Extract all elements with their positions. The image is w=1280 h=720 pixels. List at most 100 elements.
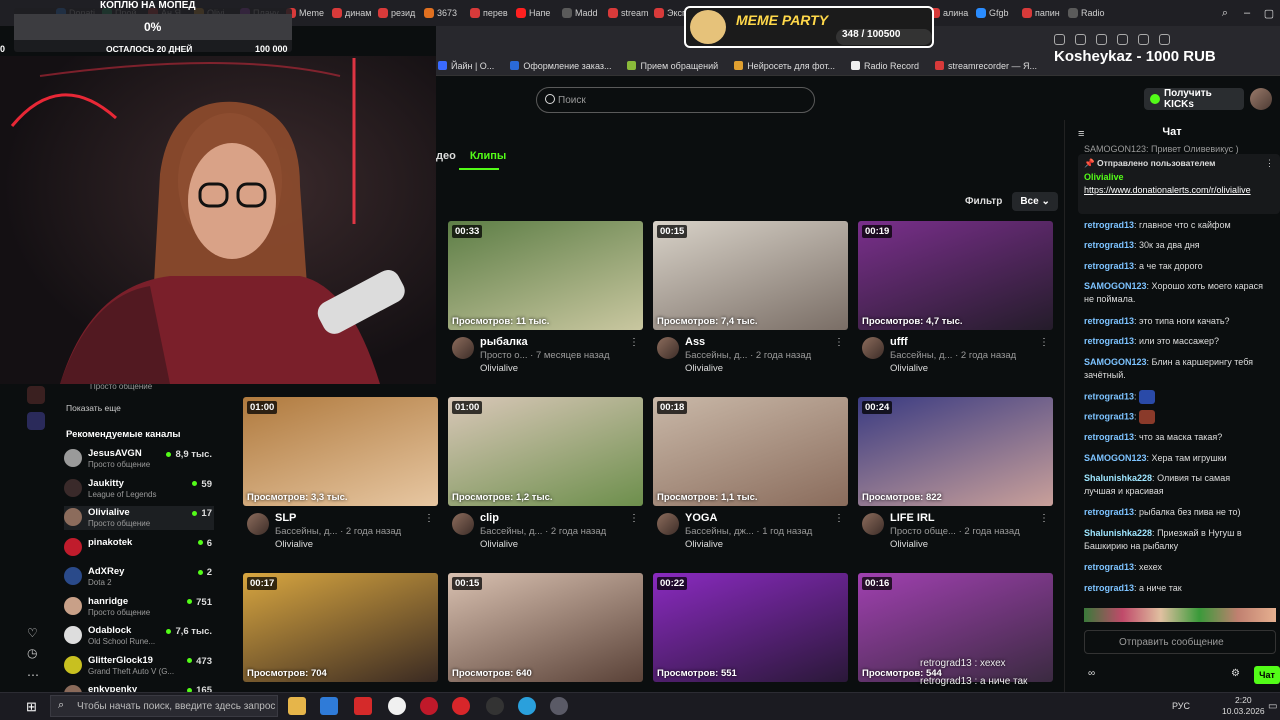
more-options-icon[interactable]: ⋮ (1039, 513, 1049, 524)
clip-thumbnail[interactable]: 01:00 Просмотров: 3,3 тыс. (243, 397, 438, 506)
browser-tab[interactable]: Meme (286, 3, 328, 23)
channel-avatar[interactable] (862, 337, 884, 359)
clip-channel[interactable]: Olivialive (890, 363, 928, 374)
clip-card[interactable]: 00:15 Просмотров: 640 (448, 573, 643, 692)
telegram-icon[interactable] (518, 697, 536, 715)
browser-tab[interactable]: алина (930, 3, 972, 23)
clip-category[interactable]: Бассейны, д... (890, 350, 952, 361)
clip-card[interactable]: 00:16 Просмотров: 544 (858, 573, 1053, 692)
filter-select[interactable]: Все ⌄ (1012, 192, 1058, 211)
chat-username[interactable]: retrograd13 (1084, 562, 1134, 572)
browser-tab[interactable]: перев (470, 3, 512, 23)
windows-start-icon[interactable]: ⊞ (26, 699, 37, 715)
taskbar-clock[interactable]: 2:20 10.03.2026 (1222, 695, 1265, 717)
clip-thumbnail[interactable]: 00:33 Просмотров: 11 тыс. (448, 221, 643, 330)
yandex-icon[interactable] (354, 697, 372, 715)
tab-search-icon[interactable]: ⌕ (1214, 0, 1236, 26)
file-explorer-icon[interactable] (288, 697, 306, 715)
chat-username[interactable]: retrograd13 (1084, 220, 1134, 230)
chat-username[interactable]: Shalunishka228 (1084, 528, 1152, 538)
chat-username[interactable]: SAMOGON123 (1084, 453, 1147, 463)
browse-icon[interactable] (27, 386, 45, 404)
clip-category[interactable]: Бассейны, д... (275, 526, 337, 537)
notifications-icon[interactable]: ▭ (1268, 701, 1277, 712)
chat-username[interactable]: retrograd13 (1084, 432, 1134, 442)
sidebar-channel[interactable]: pinakotek 6 (64, 536, 214, 560)
bookmark-item[interactable]: Нейросеть для фот... (734, 61, 835, 71)
channel-avatar[interactable] (862, 513, 884, 535)
history-icon[interactable]: ◷ (27, 646, 45, 664)
browser-tab[interactable]: Radio (1068, 3, 1110, 23)
clip-thumbnail[interactable]: 00:22 Просмотров: 551 (653, 573, 848, 682)
pin-icon[interactable]: ⋮ (1265, 158, 1274, 169)
clip-card[interactable]: 00:17 Просмотров: 704 (243, 573, 438, 692)
channel-avatar[interactable] (247, 513, 269, 535)
clip-card[interactable]: 00:18 Просмотров: 1,1 тыс. YOGA Бассейны, д… (653, 397, 848, 550)
clip-card[interactable]: 00:15 Просмотров: 7,4 тыс. Ass Бассейны, д.… (653, 221, 848, 374)
tab-clips[interactable]: Клипы (470, 150, 507, 162)
clip-thumbnail[interactable]: 00:24 Просмотров: 822 (858, 397, 1053, 506)
clip-title[interactable]: рыбалка (480, 336, 528, 348)
clip-category[interactable]: Бассейны, дж... (685, 526, 754, 537)
clip-title[interactable]: ufff (890, 336, 908, 348)
screenshot-icon[interactable] (1096, 34, 1107, 45)
sidebar-channel[interactable]: JesusAVGN Просто общение 8,9 тыс. (64, 447, 214, 471)
opera-icon[interactable] (420, 697, 438, 715)
browser-tab[interactable]: Напе (516, 3, 558, 23)
more-options-icon[interactable]: ⋮ (1039, 337, 1049, 348)
browser-tab[interactable]: Gfgb (976, 3, 1018, 23)
clip-category[interactable]: Бассейны, д... (480, 526, 542, 537)
channel-avatar[interactable] (657, 513, 679, 535)
chat-username[interactable]: SAMOGON123 (1084, 357, 1147, 367)
channel-avatar[interactable] (657, 337, 679, 359)
maximize-icon[interactable]: ▢ (1258, 0, 1280, 26)
more-options-icon[interactable]: ⋮ (629, 337, 639, 348)
sidebar-channel[interactable]: hanridge Просто общение 751 (64, 595, 214, 619)
clip-channel[interactable]: Olivialive (480, 363, 518, 374)
bookmark-item[interactable]: Radio Record (850, 61, 919, 71)
browser-tab[interactable]: 3673 (424, 3, 466, 23)
browser-tab[interactable]: резид (378, 3, 420, 23)
show-more-link[interactable]: Показать еще (66, 403, 121, 413)
clip-thumbnail[interactable]: 00:15 Просмотров: 640 (448, 573, 643, 682)
clip-card[interactable]: 00:19 Просмотров: 4,7 тыс. ufff Бассейны, д… (858, 221, 1053, 374)
search-input[interactable]: Поиск (536, 87, 815, 113)
browser-tab[interactable]: папин (1022, 3, 1064, 23)
emote-bar[interactable] (1084, 608, 1276, 622)
bookmark-item[interactable]: streamrecorder — Я... (935, 61, 1037, 71)
user-avatar[interactable] (1250, 88, 1272, 110)
yandex-browser-icon[interactable] (388, 697, 406, 715)
chat-username[interactable]: retrograd13 (1084, 583, 1134, 593)
clip-channel[interactable]: Olivialive (685, 539, 723, 550)
clip-card[interactable]: 00:22 Просмотров: 551 (653, 573, 848, 692)
chat-username[interactable]: retrograd13 (1084, 411, 1134, 421)
browser-tab[interactable]: динам (332, 3, 374, 23)
heart-icon[interactable]: ♡ (27, 626, 45, 644)
clip-channel[interactable]: Olivialive (685, 363, 723, 374)
following-icon[interactable] (27, 412, 45, 430)
pinned-link[interactable]: https://www.donationalerts.com/r/olivial… (1084, 184, 1264, 196)
chat-username[interactable]: Shalunishka228 (1084, 473, 1152, 483)
emote-icon[interactable]: ∞ (1088, 668, 1095, 679)
more-options-icon[interactable]: ⋮ (834, 337, 844, 348)
chat-username[interactable]: retrograd13 (1084, 316, 1134, 326)
chat-username[interactable]: retrograd13 (1084, 391, 1134, 401)
settings-icon[interactable]: ⚙ (1231, 668, 1240, 679)
language-indicator[interactable]: РУС (1172, 701, 1190, 711)
clip-channel[interactable]: Olivialive (480, 539, 518, 550)
sidebar-channel[interactable]: Odablock Old School Rune... 7,6 тыс. (64, 624, 214, 648)
clip-category[interactable]: Просто обще... (890, 526, 956, 537)
clip-thumbnail[interactable]: 00:15 Просмотров: 7,4 тыс. (653, 221, 848, 330)
minimize-icon[interactable]: – (1236, 0, 1258, 26)
bookmark-item[interactable]: Прием обращений (627, 61, 718, 71)
channel-avatar[interactable] (452, 513, 474, 535)
opera-gx-icon[interactable] (452, 697, 470, 715)
bookmark-item[interactable]: Оформление заказ... (510, 61, 611, 71)
taskbar-search[interactable]: ⌕ Чтобы начать поиск, введите здесь запр… (50, 695, 278, 717)
chat-input[interactable]: Отправить сообщение (1084, 630, 1276, 654)
send-chat-button[interactable]: Чат (1254, 666, 1280, 684)
clip-title[interactable]: SLP (275, 512, 296, 524)
obs-icon[interactable] (486, 697, 504, 715)
channel-avatar[interactable] (452, 337, 474, 359)
app-icon[interactable] (550, 697, 568, 715)
